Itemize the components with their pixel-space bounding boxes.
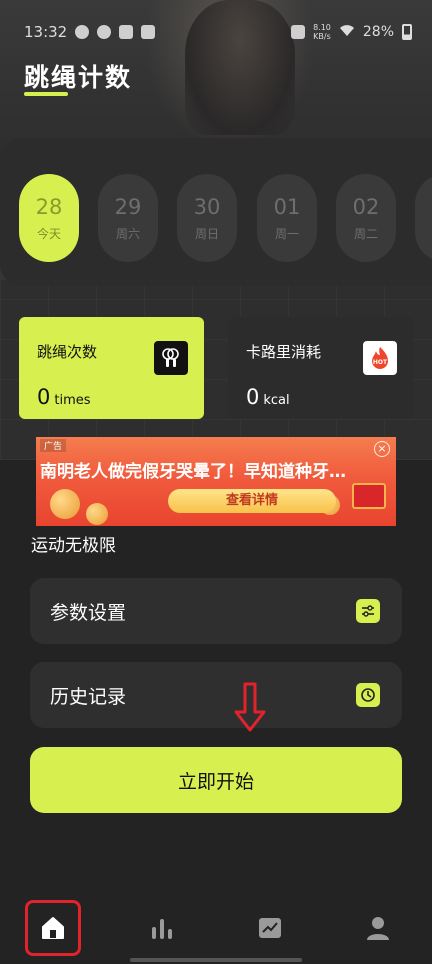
home-indicator — [130, 958, 302, 962]
jump-rope-icon — [154, 341, 188, 375]
date-day: 30 — [193, 194, 221, 219]
date-pill[interactable]: 02 周二 — [336, 174, 396, 262]
date-weekday: 周日 — [194, 226, 219, 241]
ad-close-button[interactable]: × — [374, 441, 390, 457]
trend-chart-icon — [259, 918, 281, 938]
date-day: 02 — [352, 194, 380, 219]
date-day: 29 — [114, 194, 142, 219]
red-envelope-decoration — [352, 483, 386, 509]
date-day: 28 — [35, 194, 63, 219]
ad-coin-decoration — [86, 503, 108, 525]
battery-icon — [402, 24, 412, 40]
date-day: 01 — [273, 194, 301, 219]
home-icon — [42, 917, 64, 939]
ad-coin-decoration — [50, 489, 80, 519]
jump-count-value: 0 — [37, 385, 51, 409]
start-button[interactable]: 立即开始 — [30, 747, 402, 813]
date-weekday: 周六 — [115, 226, 140, 241]
hot-icon-text: HOT — [373, 359, 388, 366]
ad-headline[interactable]: 南明老人做完假牙哭晕了！早知道种牙… — [40, 457, 390, 482]
calorie-card[interactable]: 卡路里消耗 HOT 0 kcal — [228, 317, 413, 419]
net-speed-value: 8.10 — [313, 23, 331, 32]
date-weekday: 今天 — [36, 226, 61, 241]
bar-chart-icon — [152, 919, 172, 939]
date-pill[interactable]: 01 周一 — [257, 174, 317, 262]
jump-count-card[interactable]: 跳绳次数 0 times — [19, 317, 204, 419]
history-menu-item[interactable]: 历史记录 — [30, 662, 402, 728]
clock-icon — [356, 683, 380, 707]
date-pill[interactable]: 30 周日 — [177, 174, 237, 262]
vibrate-icon — [291, 25, 306, 39]
bottom-navigation — [0, 890, 432, 964]
date-weekday: 周二 — [353, 226, 378, 241]
sliders-icon — [356, 599, 380, 623]
status-time: 13:32 — [24, 23, 68, 41]
net-speed-unit: KB/s — [313, 32, 331, 41]
date-selector: 28 今天 29 周六 30 周日 01 周一 02 周二 — [0, 138, 432, 286]
hot-flame-icon: HOT — [363, 341, 397, 375]
ad-tag: 广告 — [40, 439, 67, 452]
notification-icon — [75, 25, 90, 39]
battery-level: 28% — [362, 24, 394, 40]
jump-count-unit: times — [54, 393, 91, 408]
wifi-icon — [339, 23, 355, 41]
calorie-unit: kcal — [263, 393, 290, 408]
app-notification-icon — [97, 25, 112, 39]
date-pill[interactable]: 29 周六 — [98, 174, 158, 262]
gallery-icon — [141, 25, 156, 39]
user-icon — [367, 917, 389, 940]
nav-stats[interactable] — [134, 900, 190, 956]
title-underline — [24, 92, 68, 96]
red-arrow-annotation-icon — [234, 682, 266, 732]
settings-label: 参数设置 — [50, 601, 127, 624]
video-app-icon — [119, 25, 134, 39]
nav-profile[interactable] — [350, 900, 406, 956]
status-bar: 13:32 8.10 KB/s 28% — [0, 0, 432, 48]
page-title: 跳绳计数 — [24, 63, 133, 92]
calorie-value: 0 — [246, 385, 260, 409]
nav-home[interactable] — [25, 900, 81, 956]
date-pill-today[interactable]: 28 今天 — [19, 174, 79, 262]
ad-details-button[interactable]: 查看详情 — [168, 489, 336, 513]
settings-menu-item[interactable]: 参数设置 — [30, 578, 402, 644]
nav-trend[interactable] — [242, 900, 298, 956]
date-weekday: 周一 — [274, 226, 299, 241]
ad-banner[interactable]: 广告 × 南明老人做完假牙哭晕了！早知道种牙… 查看详情 — [36, 437, 396, 526]
section-title: 运动无极限 — [31, 536, 116, 556]
date-pill-partial[interactable] — [415, 174, 432, 262]
history-label: 历史记录 — [50, 685, 127, 708]
